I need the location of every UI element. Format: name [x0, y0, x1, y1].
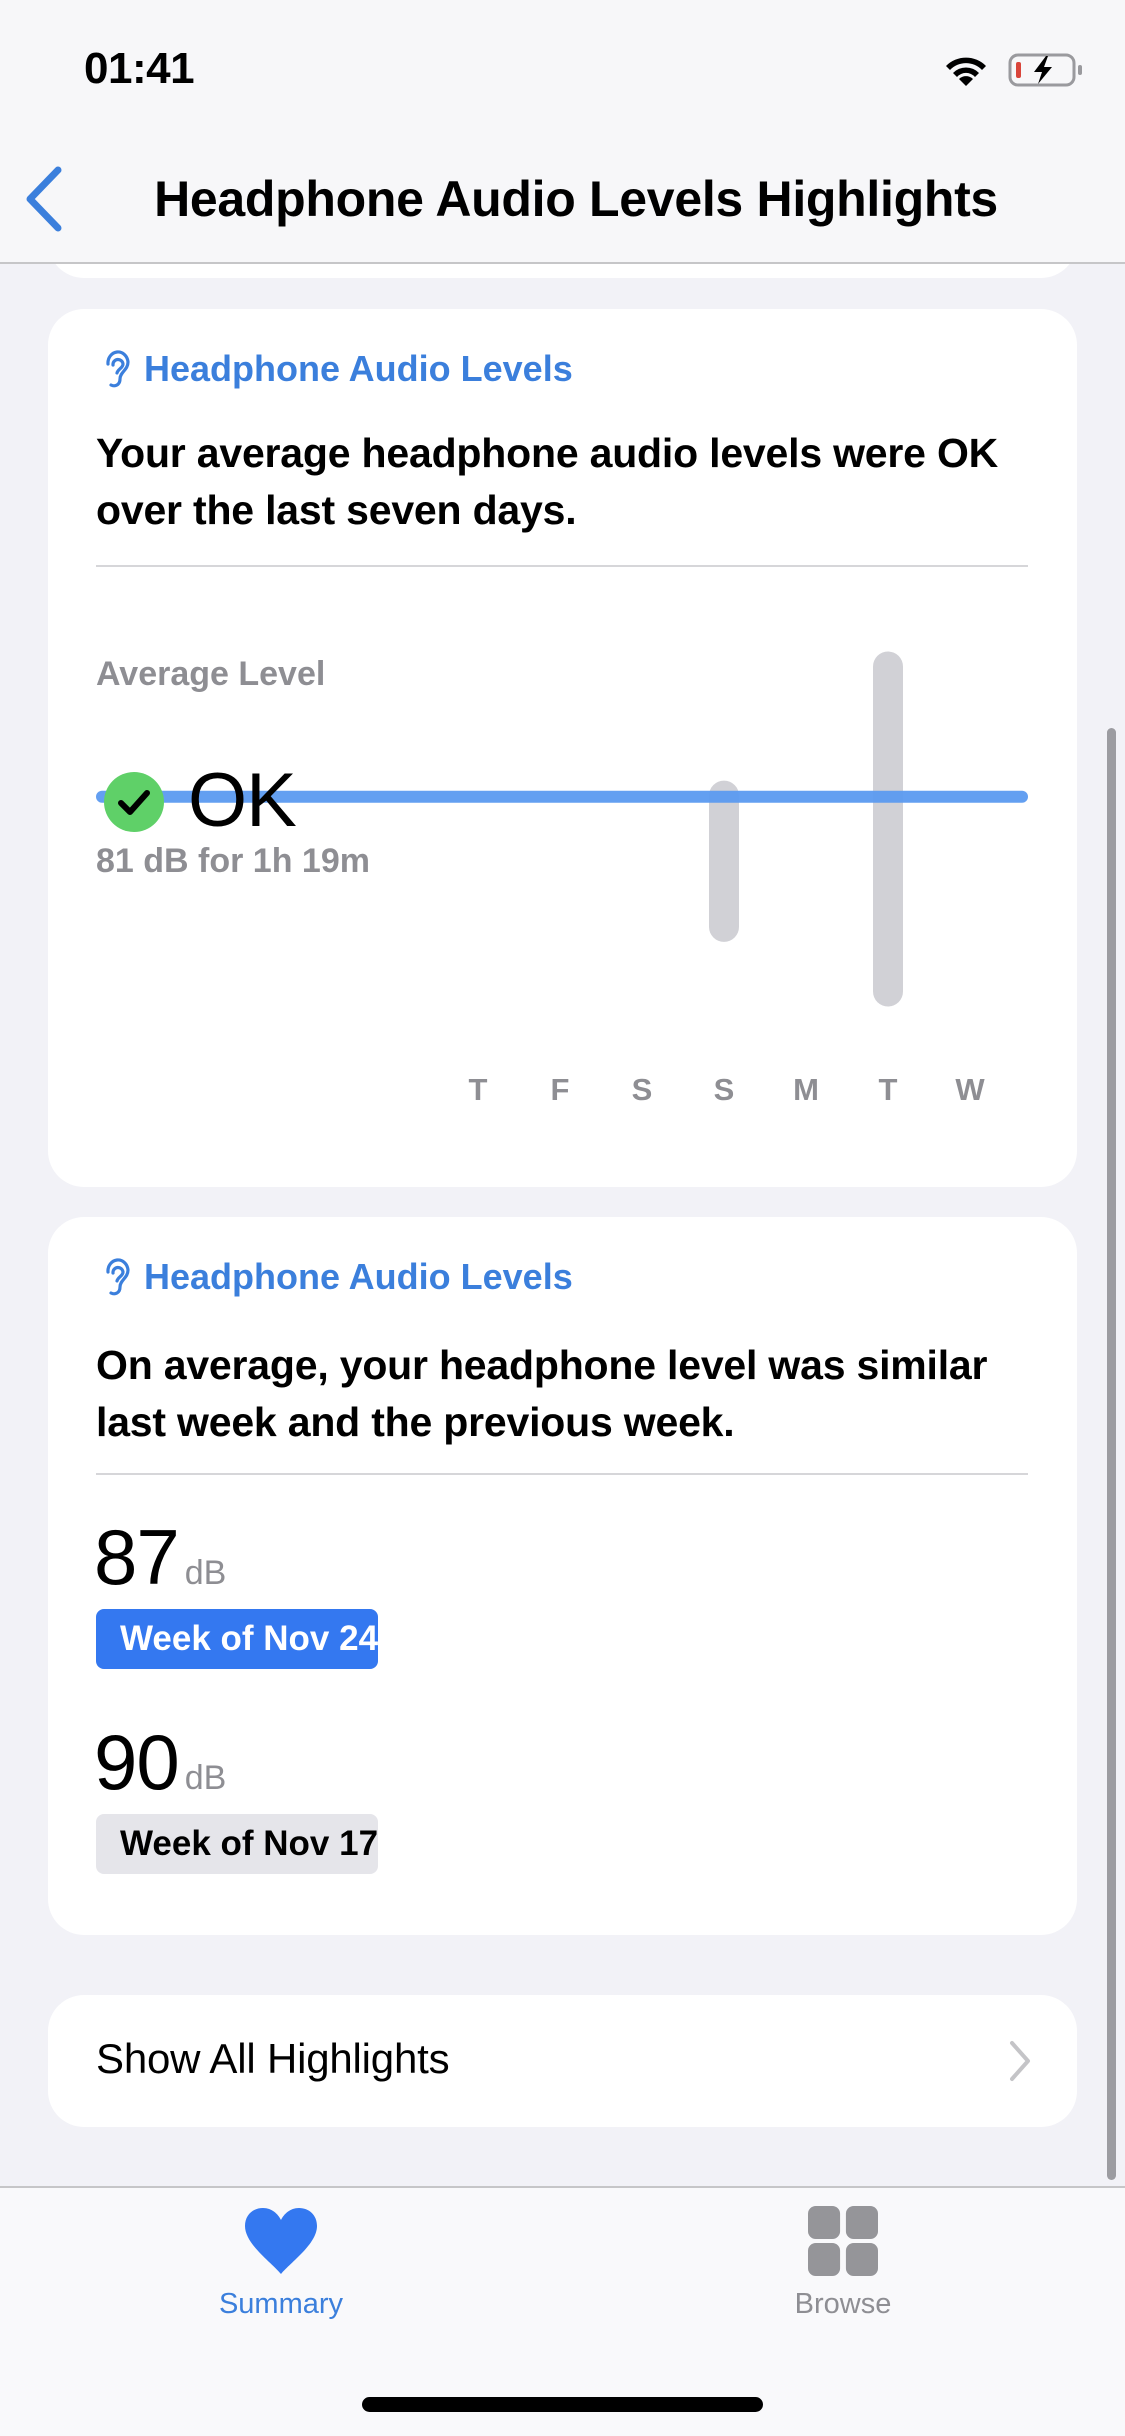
x-tick-label: T — [879, 1072, 898, 1107]
show-all-highlights-button[interactable]: Show All Highlights — [48, 1995, 1077, 2127]
week-value-current: 87 dB — [94, 1512, 226, 1603]
x-tick-label: F — [551, 1072, 570, 1107]
x-tick-label: S — [632, 1072, 653, 1107]
x-tick-label: S — [714, 1072, 735, 1107]
tab-label: Summary — [218, 2288, 344, 2320]
battery-charging-icon — [1008, 53, 1082, 87]
grid-icon — [808, 2206, 878, 2276]
checkmark-circle-icon — [104, 772, 164, 832]
wifi-icon — [946, 57, 986, 86]
card-category-label: Headphone Audio Levels — [144, 1256, 573, 1297]
average-level-label: Average Level — [96, 655, 326, 693]
card-summary: On average, your headphone level was sim… — [96, 1342, 988, 1445]
week-unit: dB — [184, 1759, 227, 1797]
status-time: 01:41 — [84, 44, 195, 93]
card-category: Headphone Audio Levels — [100, 1256, 573, 1298]
highlight-card-week-comparison[interactable]: Headphone Audio Levels On average, your … — [48, 1217, 1077, 1935]
week-value-previous: 90 dB — [94, 1717, 226, 1808]
show-all-highlights-label: Show All Highlights — [96, 2035, 450, 2082]
week-unit: dB — [184, 1554, 227, 1592]
tab-label: Browse — [794, 2288, 892, 2320]
tab-summary[interactable]: Summary — [151, 2206, 411, 2356]
average-level-chart: TFSSMTW — [96, 651, 1028, 1107]
page-title: Headphone Audio Levels Highlights — [154, 171, 998, 227]
week-value: 90 — [94, 1718, 180, 1806]
heart-icon — [245, 2208, 317, 2274]
week-bar-previous: Week of Nov 17 — [96, 1814, 379, 1874]
chevron-right-icon — [1010, 2041, 1030, 2081]
x-tick-label: W — [955, 1072, 985, 1107]
week-bar-current: Week of Nov 24 — [96, 1609, 379, 1669]
week-value: 87 — [94, 1513, 180, 1601]
navigation-bar: 01:41 Headphone Audio Levels Highlights — [0, 0, 1125, 264]
chart-bar — [709, 780, 739, 942]
home-indicator — [362, 2397, 763, 2412]
x-tick-label: T — [469, 1072, 488, 1107]
scrollbar[interactable] — [1107, 728, 1116, 2180]
status-value: OK — [188, 758, 297, 843]
status-detail: 81 dB for 1h 19m — [96, 842, 370, 880]
tab-browse[interactable]: Browse — [713, 2206, 973, 2356]
highlight-card-seven-day-average[interactable]: Headphone Audio Levels Your average head… — [48, 309, 1077, 1187]
x-tick-label: M — [793, 1072, 819, 1107]
divider — [96, 1473, 1028, 1475]
chart-bar — [873, 651, 903, 1007]
ear-icon — [106, 1258, 130, 1296]
